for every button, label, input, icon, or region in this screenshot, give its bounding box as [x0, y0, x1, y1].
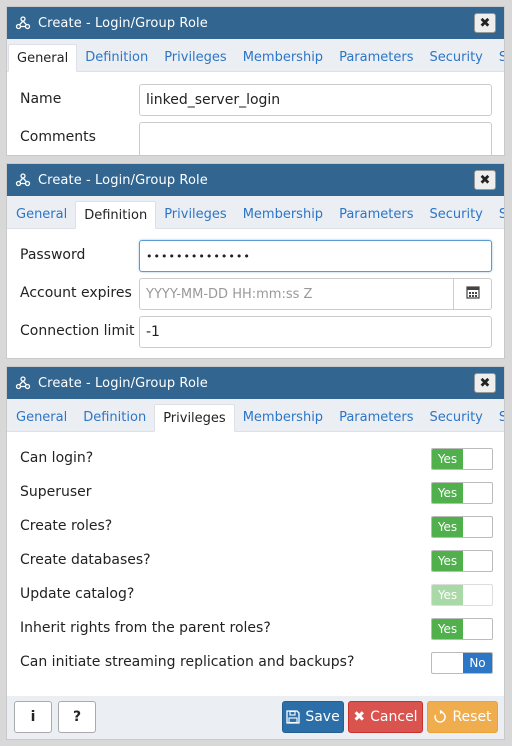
close-icon: ✖ [353, 709, 366, 725]
create-roles-label: Create roles? [20, 518, 113, 534]
tab-general[interactable]: General [8, 404, 75, 431]
dialog-title: Create - Login/Group Role [38, 375, 208, 391]
toggle-yes: Yes [432, 449, 463, 469]
close-button[interactable]: ✖ [474, 13, 496, 33]
create-databases-toggle[interactable]: Yes [431, 550, 493, 572]
replication-label: Can initiate streaming replication and b… [20, 654, 355, 670]
connection-limit-label: Connection limit [20, 323, 135, 339]
toggle-yes: Yes [432, 483, 463, 503]
tab-parameters[interactable]: Parameters [331, 404, 421, 431]
cancel-label: Cancel [370, 709, 418, 725]
tab-bar: General Definition Privileges Membership… [7, 196, 504, 229]
close-button[interactable]: ✖ [474, 373, 496, 393]
tab-security[interactable]: Security [421, 404, 490, 431]
toggle-yes: Yes [432, 619, 463, 639]
help-button[interactable]: ? [58, 701, 96, 733]
toggle-yes: Yes [432, 585, 463, 605]
dialog-title: Create - Login/Group Role [38, 15, 208, 31]
comments-label: Comments [20, 129, 96, 145]
tab-security[interactable]: Security [421, 44, 490, 71]
cancel-button[interactable]: ✖ Cancel [348, 701, 423, 733]
info-button[interactable]: i [14, 701, 52, 733]
close-icon: ✖ [479, 375, 491, 391]
help-icon: ? [72, 709, 82, 725]
dialog-definition: Create - Login/Group Role ✖ General Defi… [6, 163, 505, 359]
close-icon: ✖ [479, 172, 491, 188]
create-roles-toggle[interactable]: Yes [431, 516, 493, 538]
replication-toggle[interactable]: No [431, 652, 493, 674]
tab-membership[interactable]: Membership [235, 404, 331, 431]
create-databases-label: Create databases? [20, 552, 151, 568]
dialog-titlebar[interactable]: Create - Login/Group Role ✖ [7, 7, 504, 39]
calendar-icon [465, 285, 480, 303]
password-label: Password [20, 247, 86, 263]
can-login-toggle[interactable]: Yes [431, 448, 493, 470]
reset-button[interactable]: Reset [427, 701, 498, 733]
inherit-rights-toggle[interactable]: Yes [431, 618, 493, 640]
toggle-yes: Yes [432, 517, 463, 537]
account-expires-label: Account expires [20, 285, 132, 301]
tab-definition[interactable]: Definition [75, 404, 154, 431]
tab-sql[interactable]: SQL [491, 404, 504, 431]
dialog-title: Create - Login/Group Role [38, 172, 208, 188]
account-expires-field[interactable]: YYYY-MM-DD HH:mm:ss Z [139, 278, 454, 310]
inherit-rights-label: Inherit rights from the parent roles? [20, 620, 271, 636]
role-icon [14, 374, 32, 392]
update-catalog-label: Update catalog? [20, 586, 135, 602]
tab-membership[interactable]: Membership [235, 201, 331, 228]
can-login-label: Can login? [20, 450, 94, 466]
update-catalog-toggle: Yes [431, 584, 493, 606]
save-button[interactable]: Save [282, 701, 344, 733]
dialog-general: Create - Login/Group Role ✖ General Defi… [6, 6, 505, 156]
superuser-label: Superuser [20, 484, 92, 500]
comments-field[interactable] [139, 122, 492, 155]
role-icon [14, 14, 32, 32]
tab-privileges[interactable]: Privileges [154, 404, 235, 432]
toggle-yes: Yes [432, 551, 463, 571]
dialog-privileges: Create - Login/Group Role ✖ General Defi… [6, 366, 505, 697]
tab-definition[interactable]: Definition [75, 201, 157, 229]
toggle-no: No [463, 653, 492, 673]
save-label: Save [305, 709, 340, 725]
tab-sql[interactable]: SQL [491, 44, 504, 71]
tab-privileges[interactable]: Privileges [156, 201, 235, 228]
close-button[interactable]: ✖ [474, 170, 496, 190]
superuser-toggle[interactable]: Yes [431, 482, 493, 504]
tab-security[interactable]: Security [421, 201, 490, 228]
tab-general[interactable]: General [8, 201, 75, 228]
name-field[interactable]: linked_server_login [139, 84, 492, 116]
connection-limit-field[interactable]: -1 [139, 316, 492, 348]
calendar-button[interactable] [454, 278, 492, 310]
floppy-disk-icon [286, 710, 300, 724]
reset-label: Reset [452, 709, 492, 725]
role-icon [14, 171, 32, 189]
name-label: Name [20, 91, 62, 107]
dialog-titlebar[interactable]: Create - Login/Group Role ✖ [7, 367, 504, 399]
tab-bar: General Definition Privileges Membership… [7, 399, 504, 432]
info-icon: i [30, 709, 36, 725]
tab-membership[interactable]: Membership [235, 44, 331, 71]
tab-bar: General Definition Privileges Membership… [7, 39, 504, 72]
dialog-footer: i ? Save ✖ Cancel Reset [6, 696, 505, 740]
tab-parameters[interactable]: Parameters [331, 201, 421, 228]
tab-general[interactable]: General [8, 44, 78, 72]
tab-privileges[interactable]: Privileges [156, 44, 235, 71]
tab-parameters[interactable]: Parameters [331, 44, 421, 71]
recycle-icon [433, 710, 447, 724]
tab-definition[interactable]: Definition [77, 44, 156, 71]
tab-sql[interactable]: SQL [491, 201, 504, 228]
close-icon: ✖ [479, 15, 491, 31]
password-field[interactable]: •••••••••••••• [139, 240, 492, 272]
dialog-titlebar[interactable]: Create - Login/Group Role ✖ [7, 164, 504, 196]
